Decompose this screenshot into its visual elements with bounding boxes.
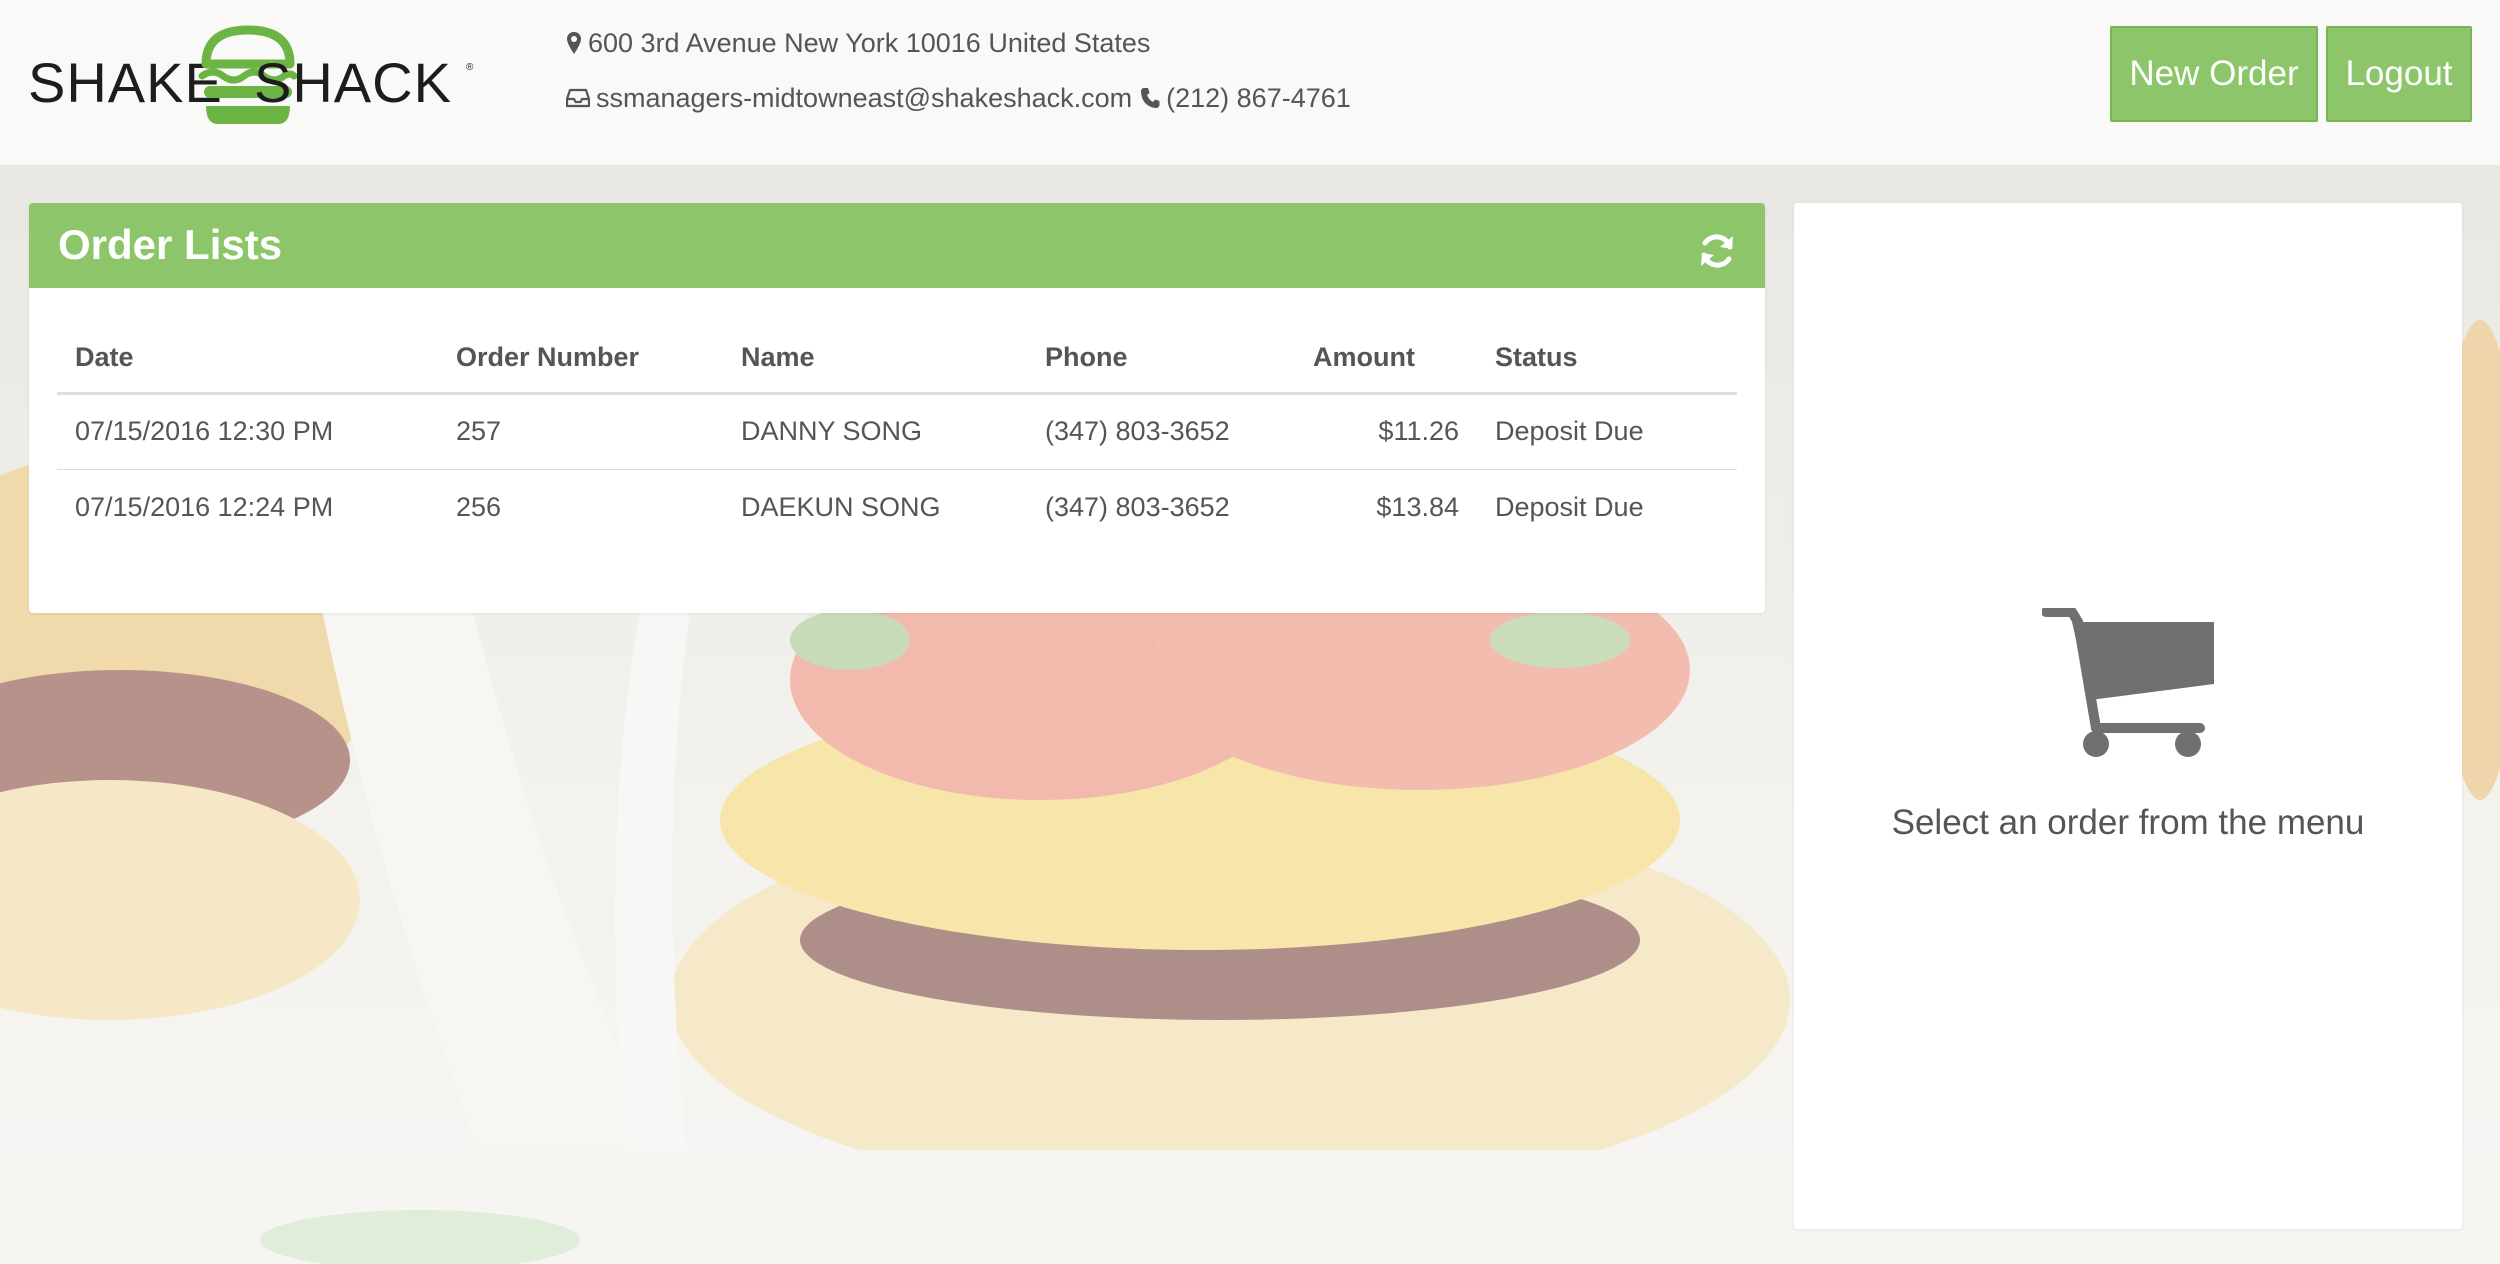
table-row[interactable]: 07/15/2016 12:30 PM 257 DANNY SONG (347)… xyxy=(57,393,1737,470)
customer-phone: (347) 803-3652 xyxy=(1027,393,1295,470)
refresh-icon[interactable] xyxy=(1697,231,1737,271)
orders-table: Date Order Number Name Phone Amount Stat… xyxy=(57,323,1737,545)
store-address: 600 3rd Avenue New York 10016 United Sta… xyxy=(588,27,1151,58)
column-header-name[interactable]: Name xyxy=(723,323,1027,395)
order-amount: $11.26 xyxy=(1295,393,1477,470)
inbox-icon xyxy=(566,88,590,108)
column-header-order-number[interactable]: Order Number xyxy=(438,323,723,395)
table-header-row: Date Order Number Name Phone Amount Stat… xyxy=(57,323,1737,395)
empty-state-message: Select an order from the menu xyxy=(1891,803,2365,842)
column-header-date[interactable]: Date xyxy=(57,323,438,395)
logo-text-right: SHACK xyxy=(254,51,452,114)
new-order-button[interactable]: New Order xyxy=(2110,26,2318,122)
customer-name: DANNY SONG xyxy=(723,393,1027,470)
customer-name: DAEKUN SONG xyxy=(741,491,941,522)
order-amount: $13.84 xyxy=(1376,491,1459,522)
column-header-phone[interactable]: Phone xyxy=(1027,323,1295,395)
order-number: 257 xyxy=(438,393,723,470)
table-row[interactable]: 07/15/2016 12:24 PM 256 DAEKUN SONG (347… xyxy=(57,469,1737,545)
order-list-header: Order Lists xyxy=(29,203,1765,288)
logout-button[interactable]: Logout xyxy=(2326,26,2472,122)
store-email[interactable]: ssmanagers-midtowneast@shakeshack.com xyxy=(596,83,1132,114)
shake-shack-logo[interactable]: SHAKE SHACK ® xyxy=(28,24,473,128)
map-marker-icon xyxy=(567,32,581,54)
column-header-status[interactable]: Status xyxy=(1477,323,1737,395)
address-line: 600 3rd Avenue New York 10016 United Sta… xyxy=(566,26,1351,60)
order-list-panel: Order Lists Date Order Number Name Phone… xyxy=(29,203,1765,613)
phone-icon xyxy=(1141,88,1160,108)
customer-phone: (347) 803-3652 xyxy=(1045,491,1230,522)
order-detail-panel: Select an order from the menu xyxy=(1794,203,2462,1229)
order-status: Deposit Due xyxy=(1477,393,1737,470)
order-number: 256 xyxy=(456,491,502,522)
order-status: Deposit Due xyxy=(1495,491,1644,522)
trademark-mark: ® xyxy=(466,62,474,73)
shopping-cart-icon xyxy=(2042,608,2214,757)
logo-text-left: SHAKE xyxy=(28,51,223,114)
email-phone-line: ssmanagers-midtowneast@shakeshack.com (2… xyxy=(566,81,1351,115)
order-date: 07/15/2016 12:30 PM xyxy=(57,393,438,470)
column-header-amount[interactable]: Amount xyxy=(1295,323,1477,395)
order-list-title: Order Lists xyxy=(58,221,283,268)
store-contact: 600 3rd Avenue New York 10016 United Sta… xyxy=(566,26,1351,115)
order-date: 07/15/2016 12:24 PM xyxy=(75,491,334,522)
store-phone[interactable]: (212) 867-4761 xyxy=(1166,83,1351,114)
top-header: SHAKE SHACK ® 600 3rd Avenue New York 10… xyxy=(0,0,2500,165)
